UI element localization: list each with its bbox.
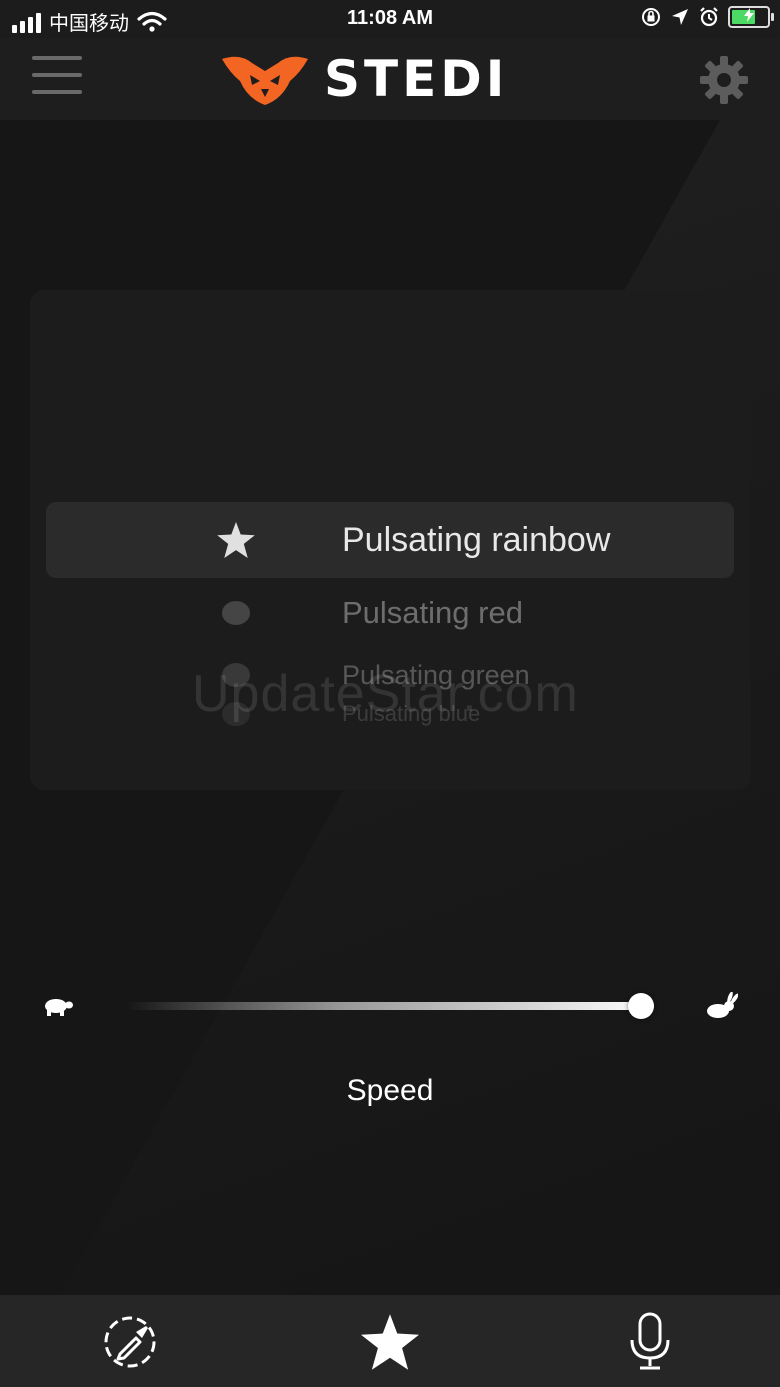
battery-icon <box>728 6 774 28</box>
menu-button[interactable] <box>32 56 82 100</box>
speed-slider-track[interactable] <box>126 1002 654 1010</box>
menu-line-icon <box>32 56 82 60</box>
alarm-icon <box>700 7 718 27</box>
picker-item-label: Pulsating red <box>342 595 523 630</box>
dot-icon <box>222 601 250 625</box>
app-header: STEDI <box>0 38 780 120</box>
star-icon <box>361 1314 419 1370</box>
location-icon <box>672 9 688 25</box>
speed-label: Speed <box>346 1074 434 1107</box>
tab-microphone[interactable] <box>615 1307 685 1377</box>
turtle-icon <box>45 999 73 1016</box>
status-right <box>640 6 774 28</box>
tab-color-picker[interactable] <box>95 1307 165 1377</box>
status-bar: 中国移动 11:08 AM <box>0 0 780 38</box>
speed-slider-thumb[interactable] <box>628 993 654 1019</box>
watermark-text: UpdateStar.com <box>192 665 579 723</box>
menu-line-icon <box>32 73 82 77</box>
picker-item-label: Pulsating rainbow <box>342 520 611 559</box>
bottom-tab-bar <box>0 1295 780 1387</box>
rabbit-icon <box>707 992 738 1018</box>
microphone-icon <box>630 1312 670 1370</box>
brand-logo: STEDI <box>220 50 508 108</box>
star-icon <box>217 522 255 558</box>
settings-gear-icon[interactable] <box>698 54 750 106</box>
owl-logo-icon <box>222 56 308 105</box>
color-picker-icon <box>104 1316 156 1368</box>
tab-favorites[interactable] <box>355 1307 425 1377</box>
picker-item-pulsating-rainbow[interactable]: Pulsating rainbow <box>200 502 720 578</box>
orientation-lock-icon <box>642 8 660 26</box>
menu-line-icon <box>32 90 82 94</box>
picker-item-pulsating-red[interactable]: Pulsating red <box>200 588 720 638</box>
brand-name: STEDI <box>324 50 509 108</box>
